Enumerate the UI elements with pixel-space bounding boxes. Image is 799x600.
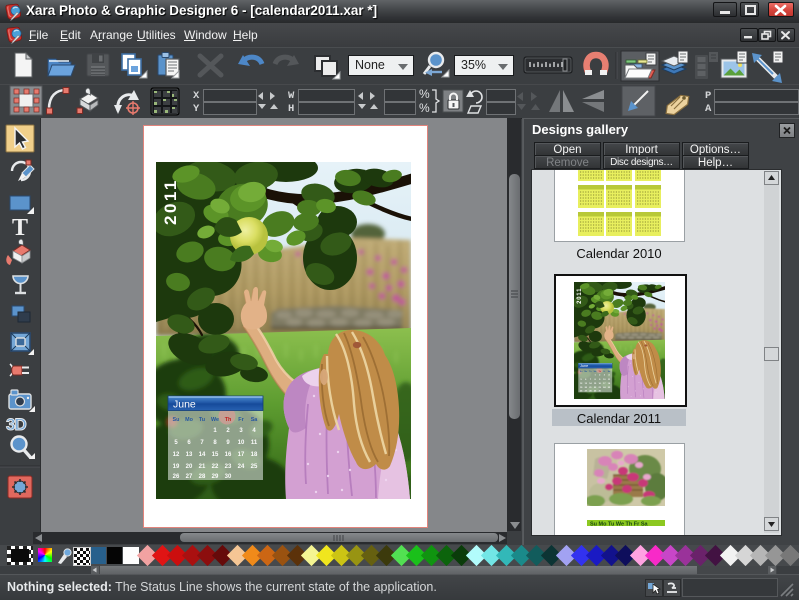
svg-text:3D: 3D: [6, 415, 26, 434]
svg-text:%: %: [419, 101, 430, 115]
svg-text:%: %: [419, 87, 430, 101]
svg-text:T: T: [12, 215, 28, 241]
svg-text:Su Mo Tu We Th Fr Sa: Su Mo Tu We Th Fr Sa: [590, 522, 648, 528]
